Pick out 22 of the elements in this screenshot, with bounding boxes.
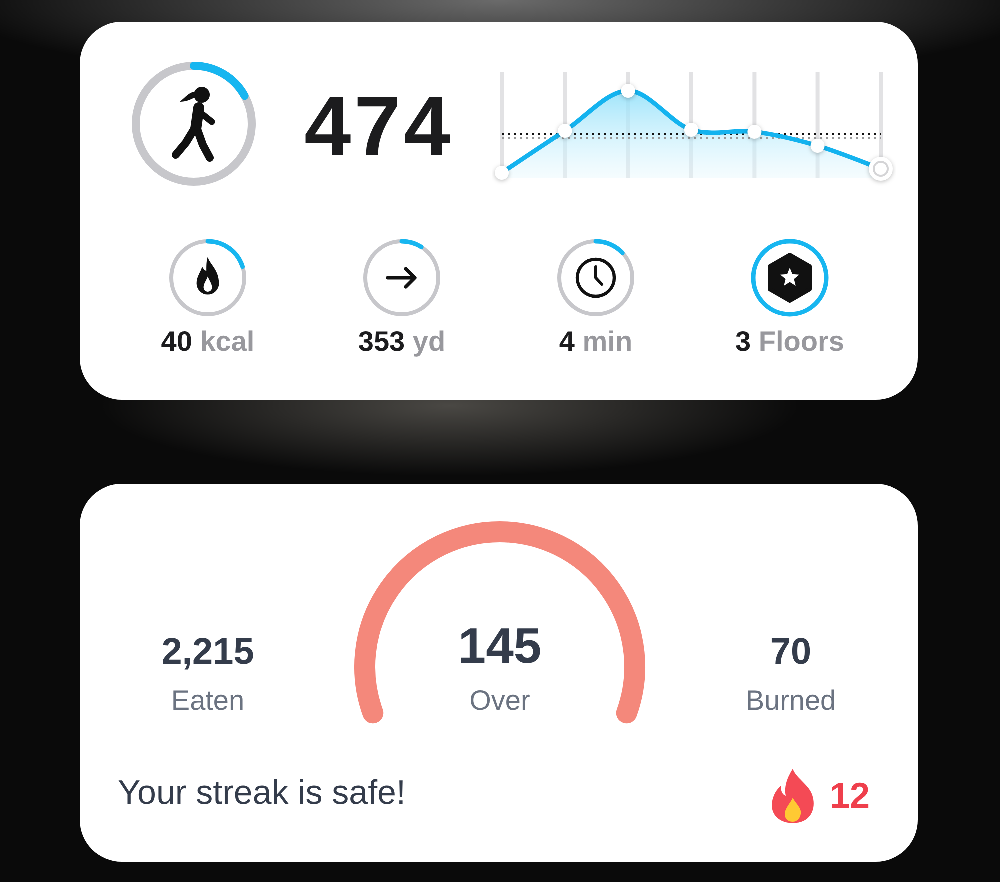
hexagon-star-icon — [767, 253, 813, 303]
right-arrow-icon — [385, 266, 419, 290]
step-count: 474 — [304, 84, 454, 168]
clock-icon — [575, 257, 617, 299]
stat-label: 40 kcal — [161, 326, 255, 358]
eaten-value: 2,215 — [162, 630, 254, 673]
chart-point — [748, 125, 762, 139]
stat-label: 3 Floors — [736, 326, 844, 358]
stat-label: 353 yd — [358, 326, 446, 358]
chart-point — [810, 139, 825, 153]
chart-point — [684, 123, 698, 137]
burned-label: Burned — [746, 685, 836, 717]
eaten-label: Eaten — [171, 685, 245, 717]
over-value: 145 — [458, 618, 542, 675]
walking-person-icon — [172, 84, 216, 162]
over-label: Over — [470, 685, 530, 717]
streak-count: 12 — [830, 776, 870, 816]
stat-label: 4 min — [559, 326, 633, 358]
chart-point — [558, 124, 572, 138]
chart-point — [621, 84, 636, 98]
burned-value: 70 — [770, 630, 812, 673]
streak-message: Your streak is safe! — [118, 774, 406, 812]
